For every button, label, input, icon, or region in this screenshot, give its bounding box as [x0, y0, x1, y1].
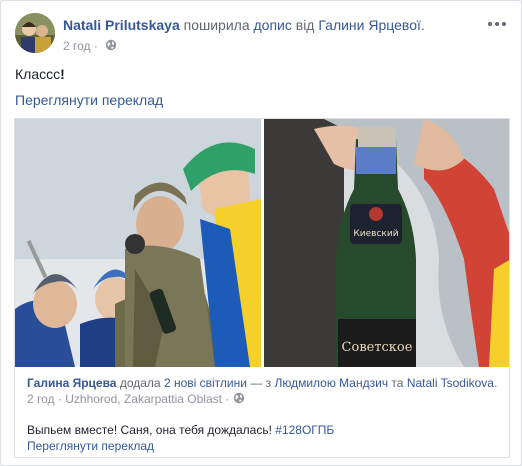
- tagged-person-1[interactable]: Людмилою Мандзич: [274, 376, 388, 390]
- see-translation-link[interactable]: Переглянути переклад: [15, 91, 163, 109]
- meta-separator: ·: [225, 392, 230, 406]
- shared-text: Выпьем вместе! Саня, она тебя дождалась!…: [27, 422, 334, 438]
- shared-post: Киевский Советское Галина Ярцева додала …: [14, 118, 510, 458]
- location-link[interactable]: Uzhhorod, Zakarpattia Oblast: [65, 392, 222, 406]
- preposition-text: від: [295, 17, 315, 33]
- hashtag-link[interactable]: #128ОГПБ: [275, 423, 334, 437]
- shared-author-name[interactable]: Галина Ярцева: [27, 376, 116, 390]
- and-text: та: [391, 376, 404, 390]
- shared-time[interactable]: 2 год: [27, 392, 55, 406]
- post-meta: 2 год ·: [63, 38, 117, 55]
- header-period: .: [420, 17, 425, 33]
- shared-action: додала: [119, 376, 161, 390]
- shared-body-text: Выпьем вместе! Саня, она тебя дождалась!: [27, 423, 272, 437]
- bottle-label-main: Советское: [342, 340, 413, 355]
- globe-icon[interactable]: [233, 392, 245, 408]
- post-text: Классс: [15, 66, 61, 82]
- more-options-button[interactable]: [487, 15, 507, 31]
- dot-icon: [488, 22, 492, 26]
- shared-header-text: Галина Ярцева додала 2 нові світлини — з…: [27, 375, 501, 391]
- action-text: поширила: [183, 17, 250, 33]
- post-header: Natali Prilutskaya поширила допис від Га…: [15, 13, 507, 57]
- original-author-link[interactable]: Галини Ярцевої: [318, 17, 421, 33]
- bottle-label-small: Киевский: [353, 229, 398, 239]
- photo-champagne[interactable]: Киевский Советское: [264, 119, 509, 367]
- tagged-person-2[interactable]: Natali Tsodikova: [407, 376, 494, 390]
- post-body: Классс!: [15, 65, 65, 83]
- dot-icon: [495, 22, 499, 26]
- avatar[interactable]: [15, 13, 55, 53]
- post-time[interactable]: 2 год: [63, 39, 91, 53]
- with-text: — з: [250, 376, 272, 390]
- feed-post: Natali Prilutskaya поширила допис від Га…: [0, 0, 522, 466]
- globe-icon[interactable]: [105, 39, 117, 55]
- photos-link[interactable]: 2 нові світлини: [164, 376, 247, 390]
- shared-meta: 2 год · Uzhhorod, Zakarpattia Oblast ·: [27, 391, 245, 408]
- post-text-emphasis: !: [60, 66, 65, 82]
- meta-separator: ·: [93, 39, 98, 53]
- post-header-text: Natali Prilutskaya поширила допис від Га…: [63, 16, 477, 34]
- meta-separator: ·: [57, 392, 62, 406]
- shared-period: .: [493, 376, 498, 390]
- shared-see-translation-link[interactable]: Переглянути переклад: [27, 438, 154, 454]
- shared-post-info: Галина Ярцева додала 2 нові світлини — з…: [15, 367, 509, 457]
- dot-icon: [502, 22, 506, 26]
- author-name[interactable]: Natali Prilutskaya: [63, 17, 180, 33]
- post-link[interactable]: допис: [254, 17, 292, 33]
- photo-selfie[interactable]: [15, 119, 261, 367]
